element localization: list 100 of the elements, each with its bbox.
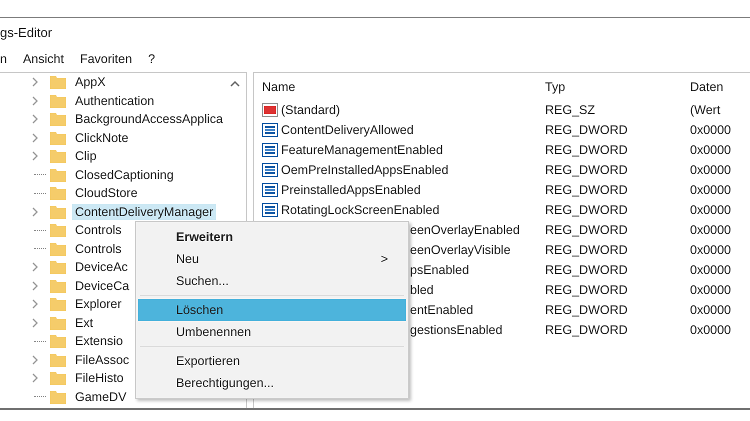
column-header[interactable]: Typ — [545, 80, 690, 94]
tree-item[interactable]: GameDV — [72, 388, 130, 405]
folder-icon — [50, 75, 66, 90]
tree-item[interactable]: CloudStore — [72, 185, 141, 202]
tree-item[interactable]: Controls — [72, 222, 125, 238]
folder-icon — [50, 204, 66, 219]
folder-icon — [50, 186, 66, 200]
value-type: REG_DWORD — [545, 183, 629, 197]
value-name: PreinstalledAppsEnabled — [281, 183, 421, 197]
value-type: REG_DWORD — [545, 303, 629, 317]
tree-item[interactable]: BackgroundAccessApplica — [72, 111, 226, 128]
tree-item[interactable]: FileHisto — [72, 370, 127, 386]
value-type: REG_DWORD — [545, 123, 629, 137]
chevron-icon[interactable] — [32, 114, 39, 124]
chevron-icon[interactable] — [32, 354, 39, 365]
value-name: eenOverlayEnabled — [409, 223, 520, 237]
column-header[interactable]: Daten — [690, 80, 750, 94]
value-type: REG_DWORD — [545, 283, 629, 297]
menu-item[interactable]: Ansicht — [22, 46, 64, 72]
value-type: REG_DWORD — [545, 163, 629, 177]
value-name: ContentDeliveryAllowed — [281, 123, 414, 137]
chevron-icon[interactable] — [32, 151, 39, 162]
chevron-icon[interactable] — [32, 299, 39, 310]
value-data: 0x0000 — [690, 243, 732, 257]
value-name: entEnabled — [409, 303, 474, 317]
tree-item[interactable]: DeviceCa — [72, 278, 132, 294]
value-data: 0x0000 — [690, 123, 732, 137]
chevron-icon[interactable] — [32, 373, 39, 384]
value-data: 0x0000 — [690, 203, 732, 217]
value-name: (Standard) — [281, 103, 340, 117]
value-data: 0x0000 — [690, 223, 732, 237]
value-data: 0x0000 — [690, 263, 732, 277]
chevron-icon[interactable] — [32, 206, 39, 217]
value-data: 0x0000 — [690, 323, 732, 337]
tree-item[interactable]: AppX — [72, 74, 109, 90]
value-name: eenOverlayVisible — [409, 243, 511, 257]
value-data: 0x0000 — [690, 143, 732, 157]
value-data: 0x0000 — [690, 183, 732, 197]
folder-icon — [50, 112, 66, 126]
tree-item[interactable]: DeviceAc — [72, 259, 131, 276]
value-data: 0x0000 — [690, 303, 732, 317]
folder-icon — [50, 94, 66, 108]
tree-item[interactable]: Clip — [72, 148, 100, 164]
value-name: OemPreInstalledAppsEnabled — [281, 163, 448, 177]
window-title: gs-Editor — [0, 24, 54, 42]
tree-item[interactable]: Controls — [72, 240, 125, 257]
tree-item[interactable]: Authentication — [72, 92, 158, 109]
chevron-icon[interactable] — [32, 96, 39, 106]
column-header[interactable]: Name — [262, 80, 545, 94]
chevron-icon[interactable] — [32, 262, 39, 272]
value-type: REG_SZ — [545, 103, 596, 117]
chevron-icon[interactable] — [32, 318, 39, 328]
value-name: bled — [409, 283, 434, 297]
value-name: psEnabled — [409, 263, 470, 277]
value-type: REG_DWORD — [545, 203, 629, 217]
chevron-icon[interactable] — [32, 132, 39, 143]
folder-icon — [50, 278, 66, 293]
scroll-up-icon[interactable] — [230, 80, 240, 87]
menu-item[interactable]: ? — [148, 46, 156, 72]
folder-icon — [50, 297, 66, 312]
context-menu-item[interactable]: Erweitern — [138, 226, 406, 248]
folder-icon — [50, 242, 66, 256]
value-data: (Wert — [690, 103, 722, 117]
value-name: RotatingLockScreenEnabled — [281, 203, 440, 217]
tree-item[interactable]: Ext — [72, 314, 96, 331]
value-name: FeatureManagementEnabled — [281, 143, 443, 157]
context-menu-item[interactable]: Umbenennen — [138, 321, 406, 343]
menu-item[interactable]: n — [0, 46, 7, 72]
tree-item[interactable]: FileAssoc — [72, 352, 132, 368]
tree-item[interactable]: ClickNote — [72, 130, 132, 146]
value-type: REG_DWORD — [545, 223, 629, 237]
tree-item[interactable]: ClosedCaptioning — [72, 166, 177, 183]
chevron-icon[interactable] — [32, 280, 39, 291]
context-menu-item[interactable]: Berechtigungen... — [138, 372, 406, 394]
value-data: 0x0000 — [690, 283, 732, 297]
value-data: 0x0000 — [690, 163, 732, 177]
folder-icon — [50, 149, 66, 164]
folder-icon — [50, 334, 66, 348]
value-type: REG_DWORD — [545, 323, 629, 337]
folder-icon — [50, 371, 66, 386]
folder-icon — [50, 130, 66, 145]
value-type: REG_DWORD — [545, 263, 629, 277]
folder-icon — [50, 168, 66, 182]
tree-item[interactable]: Explorer — [72, 296, 125, 312]
context-menu-item[interactable]: Suchen... — [138, 270, 406, 292]
tree-item[interactable]: ContentDeliveryManager — [72, 204, 216, 220]
context-menu-item[interactable]: Exportieren — [138, 350, 406, 372]
tree-item[interactable]: Extensio — [72, 333, 126, 350]
folder-icon — [50, 260, 66, 274]
value-name: gestionsEnabled — [409, 323, 502, 337]
chevron-icon[interactable] — [32, 77, 39, 88]
folder-icon — [50, 390, 66, 404]
menu-item[interactable]: Favoriten — [80, 46, 132, 72]
value-type: REG_DWORD — [545, 243, 629, 257]
context-menu-item[interactable]: Löschen — [138, 299, 406, 321]
value-type: REG_DWORD — [545, 143, 629, 157]
context-menu-item[interactable]: Neu > — [138, 248, 406, 270]
folder-icon — [50, 223, 66, 238]
folder-icon — [50, 316, 66, 330]
folder-icon — [50, 352, 66, 367]
